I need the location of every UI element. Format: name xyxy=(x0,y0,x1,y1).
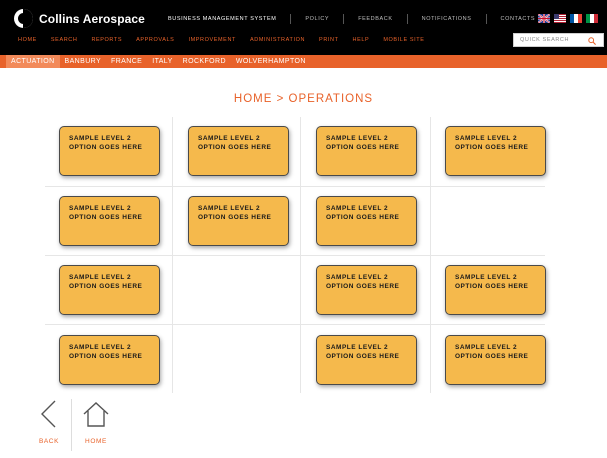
back-label: BACK xyxy=(38,438,60,445)
toplink-bms[interactable]: Business Management System xyxy=(160,14,290,24)
nav-approvals[interactable]: Approvals xyxy=(129,37,181,43)
option-tile[interactable]: SAMPLE LEVEL 2 OPTION GOES HERE xyxy=(445,126,546,176)
subnav-banbury[interactable]: Banbury xyxy=(60,55,107,68)
tile-label-line2: OPTION GOES HERE xyxy=(198,144,272,151)
tile-label-line2: OPTION GOES HERE xyxy=(198,214,272,221)
us-flag-icon[interactable] xyxy=(554,14,566,23)
tile-label-line1: SAMPLE LEVEL 2 xyxy=(326,205,389,212)
tile-label-line1: SAMPLE LEVEL 2 xyxy=(326,344,389,351)
option-tile[interactable]: SAMPLE LEVEL 2 OPTION GOES HERE xyxy=(445,265,546,315)
utility-links: Business Management System Policy Feedba… xyxy=(160,14,549,24)
option-tile[interactable]: SAMPLE LEVEL 2 OPTION GOES HERE xyxy=(59,265,160,315)
search-icon[interactable] xyxy=(588,37,596,45)
top-header: Collins Aerospace Business Management Sy… xyxy=(0,0,607,55)
back-button[interactable]: BACK xyxy=(29,399,69,445)
grid-divider xyxy=(45,324,545,325)
option-tile[interactable]: SAMPLE LEVEL 2 OPTION GOES HERE xyxy=(59,126,160,176)
option-tile[interactable]: SAMPLE LEVEL 2 OPTION GOES HERE xyxy=(445,335,546,385)
tile-label-line1: SAMPLE LEVEL 2 xyxy=(326,274,389,281)
nav-help[interactable]: Help xyxy=(346,37,377,43)
toplink-policy[interactable]: Policy xyxy=(290,14,343,24)
nav-home[interactable]: Home xyxy=(10,37,44,43)
subnav-france[interactable]: France xyxy=(106,55,147,68)
option-tile[interactable]: SAMPLE LEVEL 2 OPTION GOES HERE xyxy=(59,196,160,246)
tile-label-line2: OPTION GOES HERE xyxy=(455,353,529,360)
option-tile[interactable]: SAMPLE LEVEL 2 OPTION GOES HERE xyxy=(316,335,417,385)
tile-label-line1: SAMPLE LEVEL 2 xyxy=(69,205,132,212)
subnav-italy[interactable]: Italy xyxy=(147,55,177,68)
tile-label-line1: SAMPLE LEVEL 2 xyxy=(69,344,132,351)
tile-label-line2: OPTION GOES HERE xyxy=(69,144,143,151)
subnav-wolverhampton[interactable]: Wolverhampton xyxy=(231,55,311,68)
nav-improvement[interactable]: Improvement xyxy=(181,37,243,43)
page-title: HOME > OPERATIONS xyxy=(233,93,374,105)
subnav-actuation[interactable]: Actuation xyxy=(6,55,60,68)
italy-flag-icon[interactable] xyxy=(586,14,598,23)
language-flags xyxy=(538,14,598,23)
tile-label-line2: OPTION GOES HERE xyxy=(326,283,400,290)
toplink-feedback[interactable]: Feedback xyxy=(343,14,406,24)
tile-label-line1: SAMPLE LEVEL 2 xyxy=(455,135,518,142)
grid-divider xyxy=(45,255,545,256)
tile-label-line2: OPTION GOES HERE xyxy=(69,214,143,221)
home-button[interactable]: HOME xyxy=(76,399,116,445)
subnav-rockford[interactable]: Rockford xyxy=(178,55,231,68)
brand-logo[interactable]: Collins Aerospace xyxy=(14,9,145,28)
tile-label-line2: OPTION GOES HERE xyxy=(69,353,143,360)
grid-divider xyxy=(45,186,545,187)
tile-label-line1: SAMPLE LEVEL 2 xyxy=(69,274,132,281)
tile-label-line1: SAMPLE LEVEL 2 xyxy=(198,135,261,142)
site-subnav: Actuation Banbury France Italy Rockford … xyxy=(0,55,607,68)
uk-flag-icon[interactable] xyxy=(538,14,550,23)
tile-label-line2: OPTION GOES HERE xyxy=(326,214,400,221)
nav-reports[interactable]: Reports xyxy=(84,37,129,43)
search-input[interactable] xyxy=(520,37,588,43)
tile-label-line2: OPTION GOES HERE xyxy=(455,144,529,151)
bottom-nav-divider xyxy=(71,399,72,451)
logo-mark-icon xyxy=(14,9,33,28)
france-flag-icon[interactable] xyxy=(570,14,582,23)
tile-label-line1: SAMPLE LEVEL 2 xyxy=(326,135,389,142)
nav-print[interactable]: Print xyxy=(312,37,346,43)
option-tile[interactable]: SAMPLE LEVEL 2 OPTION GOES HERE xyxy=(316,265,417,315)
option-tile[interactable]: SAMPLE LEVEL 2 OPTION GOES HERE xyxy=(59,335,160,385)
home-label: HOME xyxy=(85,438,107,445)
tile-label-line1: SAMPLE LEVEL 2 xyxy=(69,135,132,142)
tile-label-line1: SAMPLE LEVEL 2 xyxy=(455,344,518,351)
tile-label-line1: SAMPLE LEVEL 2 xyxy=(198,205,261,212)
option-tile[interactable]: SAMPLE LEVEL 2 OPTION GOES HERE xyxy=(316,126,417,176)
option-tile[interactable]: SAMPLE LEVEL 2 OPTION GOES HERE xyxy=(188,196,289,246)
chevron-left-icon xyxy=(41,400,56,428)
option-grid: SAMPLE LEVEL 2 OPTION GOES HERE SAMPLE LE… xyxy=(45,117,590,393)
nav-administration[interactable]: Administration xyxy=(243,37,312,43)
tile-label-line2: OPTION GOES HERE xyxy=(326,144,400,151)
tile-label-line1: SAMPLE LEVEL 2 xyxy=(455,274,518,281)
option-tile[interactable]: SAMPLE LEVEL 2 OPTION GOES HERE xyxy=(188,126,289,176)
toplink-notifications[interactable]: Notifications xyxy=(406,14,486,24)
home-icon xyxy=(83,402,109,427)
tile-label-line2: OPTION GOES HERE xyxy=(69,283,143,290)
quick-search xyxy=(513,33,604,47)
main-nav: Home Search Reports Approvals Improvemen… xyxy=(10,37,431,43)
tile-label-line2: OPTION GOES HERE xyxy=(455,283,529,290)
nav-mobile-site[interactable]: Mobile Site xyxy=(376,37,431,43)
nav-search[interactable]: Search xyxy=(44,37,85,43)
brand-name: Collins Aerospace xyxy=(39,11,145,26)
tile-label-line2: OPTION GOES HERE xyxy=(326,353,400,360)
option-tile[interactable]: SAMPLE LEVEL 2 OPTION GOES HERE xyxy=(316,196,417,246)
